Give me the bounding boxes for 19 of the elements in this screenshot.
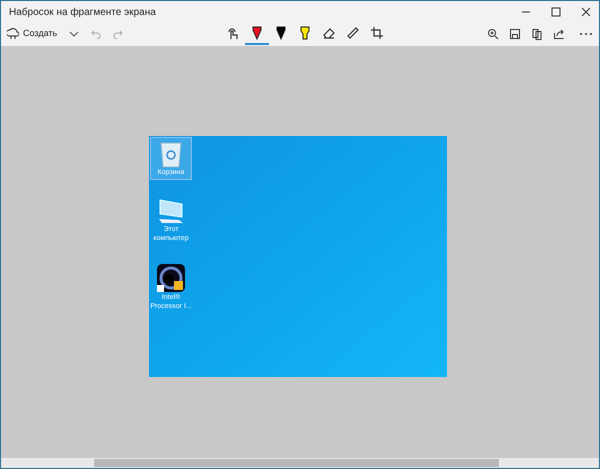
ruler-icon xyxy=(346,26,360,40)
app-icon xyxy=(156,263,186,293)
window-title: Набросок на фрагменте экрана xyxy=(9,6,156,20)
crop-icon xyxy=(370,26,384,40)
snip-icon xyxy=(7,28,19,40)
copy-icon[interactable] xyxy=(531,28,543,40)
chevron-down-icon[interactable] xyxy=(69,29,80,39)
zoom-in-icon[interactable] xyxy=(487,28,499,40)
new-button[interactable]: Создать xyxy=(7,27,58,41)
horizontal-scrollbar[interactable] xyxy=(1,458,599,468)
maximize-icon[interactable] xyxy=(551,7,561,17)
touch-writing-icon xyxy=(226,26,240,40)
recycle-bin-icon xyxy=(158,140,184,168)
close-icon[interactable] xyxy=(581,7,591,17)
eraser-icon xyxy=(322,26,336,40)
save-icon[interactable] xyxy=(509,28,521,40)
scrollbar-thumb[interactable] xyxy=(94,459,499,467)
share-icon[interactable] xyxy=(553,28,565,40)
more-icon[interactable] xyxy=(579,32,593,36)
